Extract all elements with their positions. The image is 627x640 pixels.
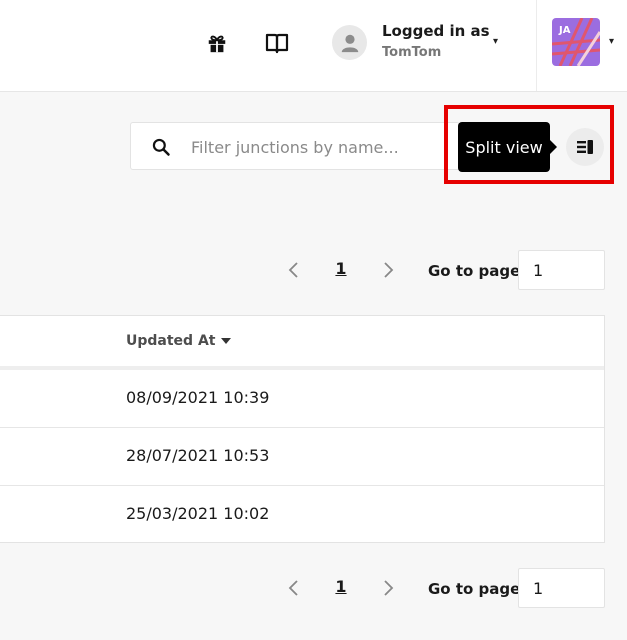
cell-updated-at: 28/07/2021 10:53 (126, 446, 270, 465)
username: TomTom (382, 45, 442, 60)
column-header-updated-at[interactable]: Updated At (126, 333, 232, 349)
chevron-right-icon[interactable] (380, 260, 396, 280)
search-icon (152, 138, 170, 156)
chevron-left-icon[interactable] (286, 260, 302, 280)
org-menu-caret-icon[interactable]: ▾ (609, 36, 614, 47)
table-row[interactable]: 08/09/2021 10:39 (0, 370, 604, 428)
pagination-top: 1 Go to page (0, 250, 627, 290)
user-menu[interactable]: Logged in as TomTom (382, 22, 490, 62)
table-row[interactable]: 25/03/2021 10:02 (0, 486, 604, 543)
header-divider (536, 0, 537, 91)
top-header: Logged in as TomTom ▾ JA ▾ (0, 0, 627, 92)
page-number-current[interactable]: 1 (332, 577, 350, 596)
org-logo[interactable]: JA (552, 18, 600, 66)
table-header: Updated At (0, 316, 604, 370)
logged-in-label: Logged in as (382, 22, 490, 40)
org-initials: JA (558, 25, 571, 36)
go-to-page-label: Go to page (428, 262, 521, 280)
go-to-page-input[interactable] (518, 568, 605, 608)
avatar[interactable] (332, 25, 367, 60)
junctions-table: Updated At 08/09/2021 10:39 28/07/2021 1… (0, 315, 605, 543)
gift-icon[interactable] (204, 30, 230, 56)
split-view-icon (577, 140, 593, 154)
user-menu-caret-icon[interactable]: ▾ (493, 36, 498, 47)
split-view-tooltip: Split view (458, 122, 550, 172)
filter-junctions-input[interactable] (189, 133, 453, 161)
filter-box (130, 122, 460, 170)
go-to-page-input[interactable] (518, 250, 605, 290)
pagination-bottom: 1 Go to page (0, 568, 627, 608)
chevron-left-icon[interactable] (286, 578, 302, 598)
go-to-page-label: Go to page (428, 580, 521, 598)
chevron-right-icon[interactable] (380, 578, 396, 598)
table-row[interactable]: 28/07/2021 10:53 (0, 428, 604, 486)
page-number-current[interactable]: 1 (332, 259, 350, 278)
tooltip-arrow (550, 140, 557, 154)
book-icon[interactable] (264, 30, 290, 56)
sort-desc-icon (221, 338, 232, 344)
column-header-label: Updated At (126, 333, 216, 349)
split-view-button[interactable] (566, 128, 604, 166)
cell-updated-at: 25/03/2021 10:02 (126, 504, 270, 523)
cell-updated-at: 08/09/2021 10:39 (126, 388, 270, 407)
user-icon (341, 34, 358, 52)
